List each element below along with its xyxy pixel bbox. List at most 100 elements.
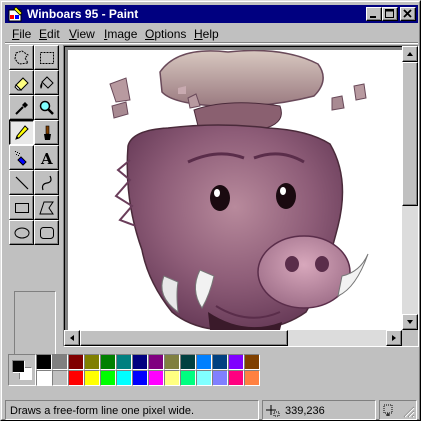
menu-image-label: mage <box>107 27 138 41</box>
menu-separator <box>5 42 418 44</box>
close-icon <box>403 9 412 18</box>
tool-rounded-rectangle[interactable] <box>34 220 59 245</box>
menu-edit[interactable]: Edit <box>39 27 60 41</box>
palette-swatch[interactable] <box>68 354 84 370</box>
close-button[interactable] <box>400 7 416 21</box>
horizontal-scrollbar[interactable] <box>64 330 402 346</box>
scroll-left-button[interactable] <box>64 330 80 346</box>
palette-swatch[interactable] <box>52 370 68 386</box>
arrow-up-icon <box>407 52 413 56</box>
palette-swatch[interactable] <box>212 370 228 386</box>
palette-swatch[interactable] <box>116 354 132 370</box>
window-frame: Winboars 95 - Paint File Edit View Image… <box>1 1 420 420</box>
palette-swatch[interactable] <box>212 354 228 370</box>
menu-file[interactable]: File <box>12 27 31 41</box>
tool-brush[interactable] <box>34 120 59 145</box>
current-colors[interactable] <box>8 354 36 386</box>
palette-swatch[interactable] <box>148 354 164 370</box>
status-bar: Draws a free-form line one pixel wide. 3… <box>5 400 418 420</box>
scroll-down-button[interactable] <box>402 314 418 330</box>
palette-swatch[interactable] <box>132 354 148 370</box>
vertical-scroll-thumb[interactable] <box>402 62 418 206</box>
scroll-right-button[interactable] <box>386 330 402 346</box>
palette-swatch[interactable] <box>228 370 244 386</box>
paint-window: Winboars 95 - Paint File Edit View Image… <box>0 0 421 421</box>
menu-bar: File Edit View Image Options Help <box>5 24 418 43</box>
menu-help[interactable]: Help <box>194 27 219 41</box>
vertical-scrollbar[interactable] <box>402 46 418 330</box>
toolbox: A <box>7 45 61 355</box>
palette-swatch[interactable] <box>36 354 52 370</box>
tool-eraser[interactable] <box>9 70 34 95</box>
minimize-button[interactable] <box>366 7 382 21</box>
maximize-button[interactable] <box>382 7 398 21</box>
text-icon: A <box>40 150 53 167</box>
menu-view-label: iew <box>76 27 95 41</box>
tool-polygon[interactable] <box>34 195 59 220</box>
tool-magnifier[interactable] <box>34 95 59 120</box>
menu-view[interactable]: View <box>69 27 95 41</box>
palette-swatch[interactable] <box>244 370 260 386</box>
tool-pick-color[interactable] <box>9 95 34 120</box>
paint-bucket-icon <box>40 76 54 89</box>
arrow-down-icon <box>407 320 413 324</box>
tool-free-form-select[interactable] <box>9 45 34 70</box>
tool-curve[interactable] <box>34 170 59 195</box>
palette-swatch[interactable] <box>100 370 116 386</box>
window-title: Winboars 95 - Paint <box>27 7 139 21</box>
canvas-area-inner <box>64 46 418 346</box>
menu-options[interactable]: Options <box>145 27 186 41</box>
canvas-area <box>63 45 419 347</box>
scroll-up-button[interactable] <box>402 46 418 62</box>
foreground-color-swatch[interactable] <box>12 360 25 373</box>
palette-swatch[interactable] <box>116 370 132 386</box>
palette-swatch[interactable] <box>148 370 164 386</box>
palette-swatch[interactable] <box>100 354 116 370</box>
selection-size-icon <box>383 404 393 416</box>
tool-text[interactable]: A <box>34 145 59 170</box>
palette-swatch[interactable] <box>52 354 68 370</box>
tool-fill-with-color[interactable] <box>34 70 59 95</box>
status-coordinates-cell: 339,236 <box>262 400 376 420</box>
brush-icon <box>44 125 51 140</box>
paint-app-icon[interactable] <box>8 6 24 22</box>
status-size-cell <box>379 400 417 420</box>
palette-swatch[interactable] <box>244 354 260 370</box>
tool-line[interactable] <box>9 170 34 195</box>
airbrush-icon <box>15 151 27 166</box>
tool-ellipse[interactable] <box>9 220 34 245</box>
tool-rectangle[interactable] <box>9 195 34 220</box>
eraser-icon <box>14 77 29 91</box>
palette-swatch[interactable] <box>180 370 196 386</box>
palette-swatch[interactable] <box>164 354 180 370</box>
palette-swatch[interactable] <box>180 354 196 370</box>
line-icon <box>15 176 29 190</box>
arrow-left-icon <box>70 335 74 341</box>
palette-swatch[interactable] <box>84 354 100 370</box>
palette-swatch[interactable] <box>84 370 100 386</box>
polygon-icon <box>39 201 54 215</box>
pencil-icon <box>15 125 29 140</box>
palette-swatch[interactable] <box>132 370 148 386</box>
rounded-rect-icon <box>40 227 54 239</box>
menu-file-label: ile <box>19 27 32 41</box>
tool-airbrush[interactable] <box>9 145 34 170</box>
palette-swatch[interactable] <box>164 370 180 386</box>
palette-swatch[interactable] <box>196 354 212 370</box>
svg-text:A: A <box>40 150 53 167</box>
tool-rectangle-select[interactable] <box>34 45 59 70</box>
tool-options-panel[interactable] <box>14 291 56 355</box>
resize-grip-icon[interactable] <box>403 406 415 418</box>
tool-pencil[interactable] <box>9 120 34 145</box>
status-coordinates: 339,236 <box>285 405 325 417</box>
palette-swatch[interactable] <box>36 370 52 386</box>
rectangle-icon <box>15 203 29 213</box>
palette-swatch[interactable] <box>196 370 212 386</box>
horizontal-scroll-thumb[interactable] <box>80 330 288 346</box>
menu-image[interactable]: Image <box>104 27 137 41</box>
title-bar[interactable]: Winboars 95 - Paint <box>5 5 418 23</box>
palette-swatch[interactable] <box>228 354 244 370</box>
palette-swatch[interactable] <box>68 370 84 386</box>
rect-select-icon <box>40 52 54 64</box>
drawing-canvas[interactable] <box>68 50 404 330</box>
